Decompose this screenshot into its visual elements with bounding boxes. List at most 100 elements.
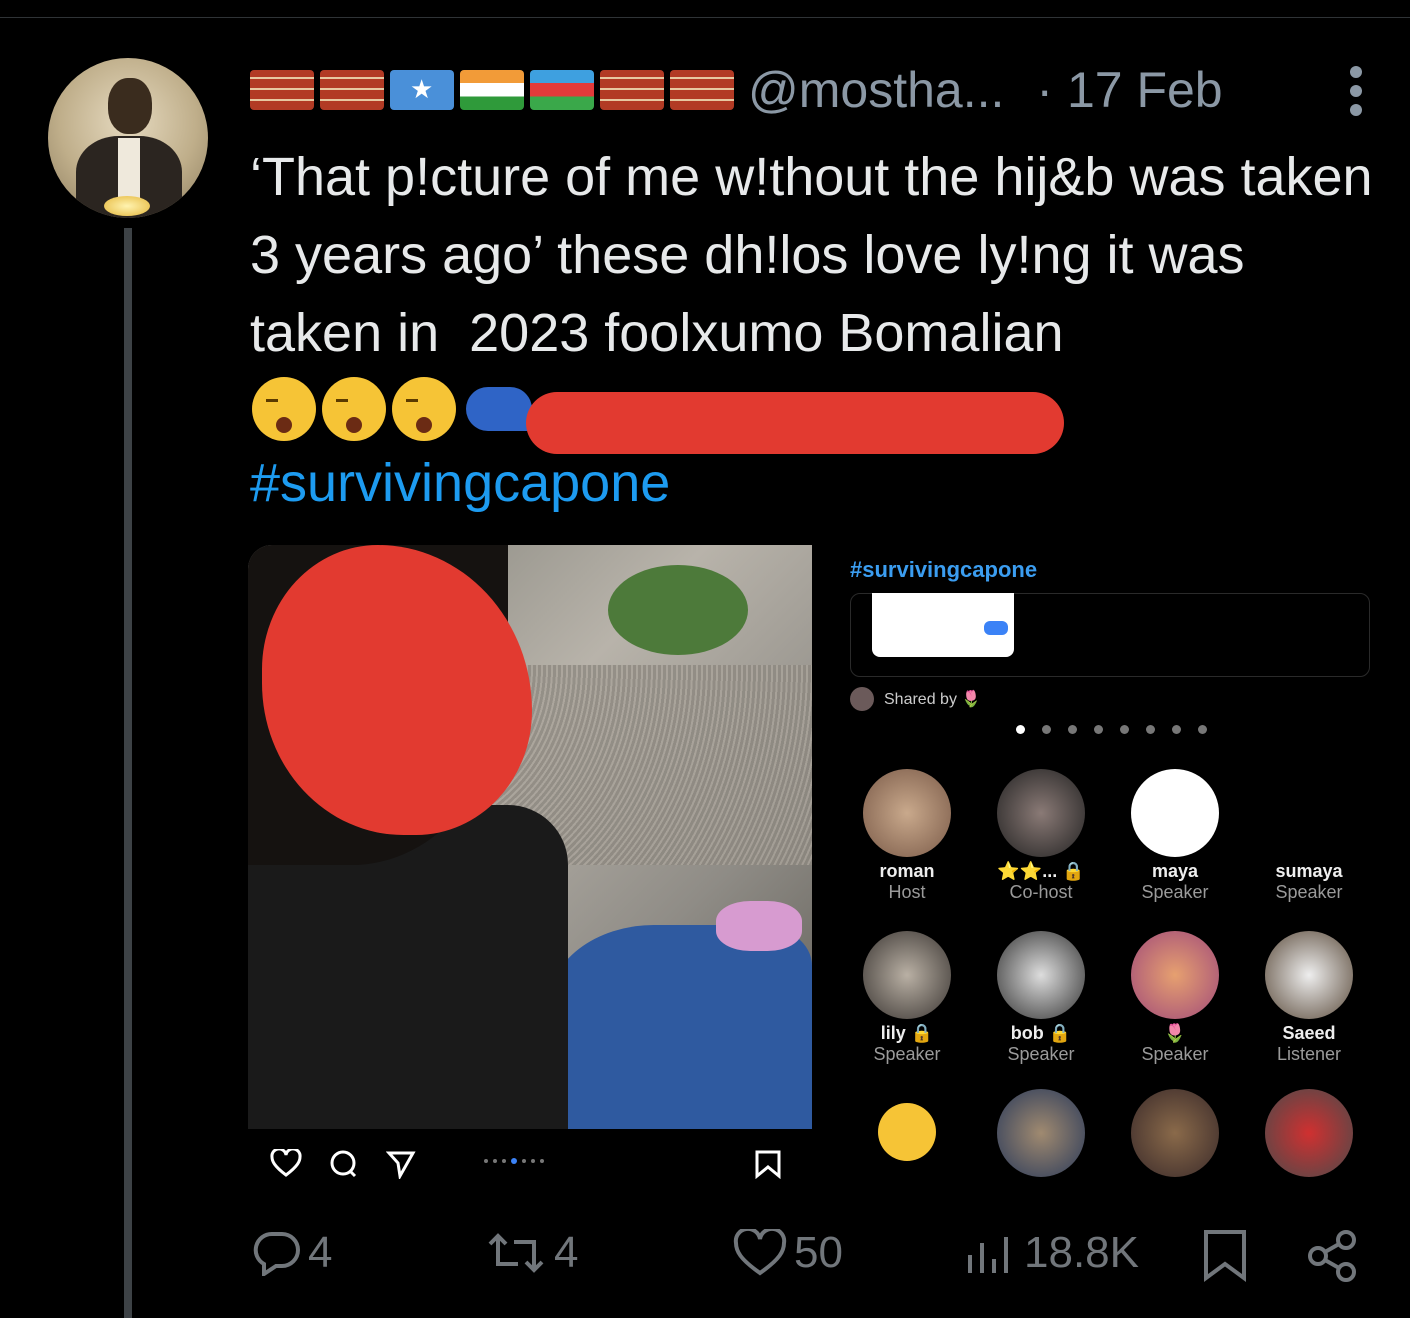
reply-icon <box>253 1231 300 1276</box>
crying-face-icon <box>392 377 456 441</box>
view-count: 18.8K <box>1024 1228 1139 1277</box>
comment-icon[interactable] <box>328 1149 358 1179</box>
participant-name: 🌷 <box>1163 1023 1187 1043</box>
spaces-hashtag: #survivingcapone <box>850 557 1038 582</box>
page-dot <box>1016 725 1025 734</box>
avatar[interactable] <box>48 58 208 218</box>
bookmark-icon <box>1204 1230 1246 1282</box>
tweet-header: @mostha... · 17 Feb <box>250 58 1223 122</box>
page-dot <box>1094 725 1103 734</box>
views-icon <box>968 1237 1008 1273</box>
brick-emoji-icon <box>600 70 664 110</box>
laughing-face-icon <box>878 1103 936 1161</box>
photo-bush <box>608 565 748 655</box>
top-divider <box>0 17 1410 18</box>
page-dot <box>1042 725 1051 734</box>
participant-avatar <box>997 1089 1085 1177</box>
participant-name: maya <box>1151 861 1199 881</box>
tweet-text: ‘That p!cture of me w!thout the hij&b wa… <box>250 147 1403 363</box>
participant-avatar <box>1265 769 1353 857</box>
participant-role: Speaker <box>1141 1044 1209 1064</box>
more-options-icon[interactable] <box>1350 66 1364 116</box>
thread-line <box>124 228 132 1318</box>
participant[interactable]: Saeed Listener <box>1244 931 1370 1065</box>
media-attachment[interactable]: #survivingcapone Shared by 🌷 roman Host … <box>248 545 1370 1195</box>
somalia-flag-icon <box>390 70 454 110</box>
page-dots <box>1016 725 1207 734</box>
participant-avatar <box>1265 931 1353 1019</box>
participant-partial[interactable] <box>976 1089 1106 1177</box>
participant-partial[interactable] <box>1244 1089 1370 1177</box>
participant-avatar <box>1131 769 1219 857</box>
participant[interactable]: roman Host <box>842 769 972 903</box>
shared-by-row: Shared by 🌷 <box>850 687 981 711</box>
crying-face-icon <box>252 377 316 441</box>
participant-role: Speaker <box>873 1044 941 1064</box>
views-button[interactable]: 18.8K <box>962 1228 1139 1278</box>
left-photo[interactable] <box>248 545 812 1129</box>
photo-jeans <box>548 925 812 1129</box>
share-icon[interactable] <box>386 1149 416 1179</box>
reply-button[interactable]: 4 <box>250 1228 332 1278</box>
photo-shoes <box>716 901 802 951</box>
participant-role: Listener <box>1276 1044 1342 1064</box>
spaces-screenshot: #survivingcapone Shared by 🌷 roman Host … <box>812 545 1370 1195</box>
like-count: 50 <box>794 1228 843 1277</box>
user-handle[interactable]: @mostha... <box>748 61 1004 119</box>
shared-by-label: Shared by 🌷 <box>884 691 982 708</box>
participant-avatar <box>1131 931 1219 1019</box>
brick-emoji-icon <box>320 70 384 110</box>
page-dot <box>1172 725 1181 734</box>
tweet-actions: 4 4 50 18.8K <box>250 1228 1370 1288</box>
participant-name: Saeed <box>1282 1023 1336 1043</box>
bookmark-button[interactable] <box>1200 1228 1250 1282</box>
participant[interactable]: ⭐⭐... 🔒 Co-host <box>976 769 1106 903</box>
participant-role: Speaker <box>1275 882 1343 902</box>
save-icon[interactable] <box>754 1149 782 1179</box>
participant[interactable]: maya Speaker <box>1110 769 1240 903</box>
tweet-date[interactable]: · 17 Feb <box>1036 61 1222 119</box>
avatar-head-shape <box>108 78 152 134</box>
page-dot <box>1198 725 1207 734</box>
instagram-action-bar <box>248 1129 812 1195</box>
avatar-status-glow <box>104 196 150 216</box>
participant[interactable]: 🌷 Speaker <box>1110 931 1240 1065</box>
carousel-dots <box>484 1158 544 1164</box>
hashtag-link[interactable]: #survivingcapone <box>250 452 670 514</box>
participant-name: roman <box>879 861 935 881</box>
share-button[interactable] <box>1306 1228 1360 1282</box>
participant-role: Speaker <box>1141 882 1209 902</box>
participant[interactable]: sumaya Speaker <box>1244 769 1370 903</box>
heart-icon <box>733 1229 787 1276</box>
page-dot <box>1120 725 1129 734</box>
reply-count: 4 <box>308 1228 333 1277</box>
heart-icon[interactable] <box>270 1149 302 1177</box>
participant-partial[interactable] <box>842 1089 972 1161</box>
participant-avatar <box>1131 1089 1219 1177</box>
redaction-mark <box>526 392 1064 454</box>
brick-emoji-icon <box>670 70 734 110</box>
repost-icon <box>488 1233 544 1273</box>
participant[interactable]: bob 🔒 Speaker <box>976 931 1106 1065</box>
sharer-avatar <box>850 687 874 711</box>
crying-face-icon <box>322 377 386 441</box>
participant-partial[interactable] <box>1110 1089 1240 1177</box>
participant[interactable]: lily 🔒 Speaker <box>842 931 972 1065</box>
participant-avatar <box>997 769 1085 857</box>
repost-button[interactable]: 4 <box>484 1228 578 1278</box>
participant-avatar <box>997 931 1085 1019</box>
share-icon <box>1308 1230 1356 1282</box>
spaces-preview-thumbnail <box>872 593 1014 657</box>
page-dot <box>1146 725 1155 734</box>
page-dot <box>1068 725 1077 734</box>
brick-emoji-icon <box>250 70 314 110</box>
participant-name: bob 🔒 <box>1010 1023 1072 1043</box>
like-button[interactable]: 50 <box>732 1228 843 1278</box>
participant-role: Host <box>888 882 926 902</box>
participant-role: Speaker <box>1007 1044 1075 1064</box>
participant-avatar <box>863 931 951 1019</box>
participant-name: sumaya <box>1275 861 1343 881</box>
participant-role: Co-host <box>1009 882 1073 902</box>
repost-count: 4 <box>554 1228 579 1277</box>
participant-avatar <box>863 769 951 857</box>
